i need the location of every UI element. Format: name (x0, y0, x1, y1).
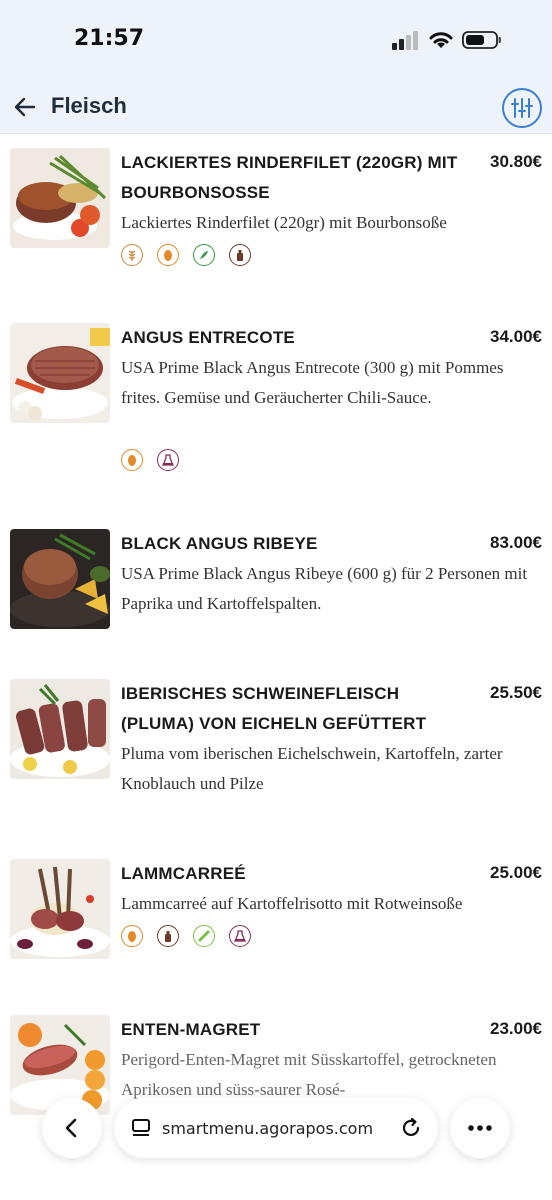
menu-item[interactable]: ANGUS ENTRECOTE 34.00€ USA Prime Black A… (0, 323, 552, 483)
more-options-button[interactable] (450, 1098, 510, 1158)
soy-icon (157, 925, 179, 947)
sulphites-icon (229, 925, 251, 947)
dish-name: ANGUS ENTRECOTE (121, 328, 295, 347)
wifi-icon (429, 32, 453, 48)
dish-description: Pluma vom iberischen Eichelschwein, Kart… (121, 744, 503, 793)
status-icons (392, 30, 502, 50)
reload-icon[interactable] (400, 1117, 422, 1139)
dish-name: LAMMCARREÉ (121, 864, 246, 883)
battery-icon (462, 31, 501, 49)
soy-icon (229, 244, 251, 266)
nav-bar: Fleisch (0, 80, 552, 134)
filter-button[interactable] (502, 88, 542, 128)
dish-price: 83.00€ (490, 533, 542, 552)
dish-name: BLACK ANGUS RIBEYE (121, 534, 318, 553)
chevron-left-icon (65, 1118, 77, 1138)
url-text: smartmenu.agorapos.com (162, 1118, 374, 1138)
menu-item[interactable]: LAMMCARREÉ 25.00€ Lammcarreé auf Kartoff… (0, 859, 552, 989)
menu-item[interactable]: LACKIERTES RINDERFILET (220GR) MIT BOURB… (0, 148, 552, 298)
sulphites-icon (157, 449, 179, 471)
dish-name: IBERISCHES SCHWEINEFLEISCH (PLUMA) VON E… (121, 684, 427, 733)
dish-photo (10, 529, 110, 629)
dish-price: 25.00€ (490, 863, 542, 882)
celery-icon (193, 244, 215, 266)
dish-name: LACKIERTES RINDERFILET (220GR) MIT BOURB… (121, 153, 458, 202)
menu-item[interactable]: BLACK ANGUS RIBEYE 83.00€ USA Prime Blac… (0, 529, 552, 649)
dish-name: ENTEN-MAGRET (121, 1020, 261, 1039)
cellular-signal-icon (392, 31, 418, 50)
dish-price: 23.00€ (490, 1019, 542, 1038)
dish-description: USA Prime Black Angus Entrecote (300 g) … (121, 358, 504, 407)
menu-item[interactable]: IBERISCHES SCHWEINEFLEISCH (PLUMA) VON E… (0, 679, 552, 819)
dish-description: Lammcarreé auf Kartoffelrisotto mit Rotw… (121, 894, 463, 913)
allergen-list (121, 449, 179, 471)
status-bar: 21:57 (0, 0, 552, 80)
browser-toolbar: smartmenu.agorapos.com (0, 1094, 552, 1200)
tabs-icon (132, 1119, 150, 1136)
status-time: 21:57 (74, 26, 145, 51)
dish-photo (10, 323, 110, 423)
more-horizontal-icon (468, 1125, 492, 1131)
browser-back-button[interactable] (42, 1098, 102, 1158)
egg-icon (157, 244, 179, 266)
address-bar[interactable]: smartmenu.agorapos.com (114, 1098, 438, 1158)
allergen-list (121, 244, 251, 266)
sliders-icon (511, 98, 533, 118)
gluten-icon (121, 244, 143, 266)
egg-icon (121, 449, 143, 471)
dish-photo (10, 859, 110, 959)
arrow-left-icon (14, 97, 36, 117)
dish-description: USA Prime Black Angus Ribeye (600 g) für… (121, 564, 528, 613)
back-button[interactable] (10, 92, 40, 122)
page-title: Fleisch (51, 93, 127, 118)
egg-icon (121, 925, 143, 947)
dish-photo (10, 148, 110, 248)
dish-price: 25.50€ (490, 683, 542, 702)
dish-price: 30.80€ (490, 152, 542, 171)
allergen-list (121, 925, 251, 947)
dish-photo (10, 679, 110, 779)
mustard-icon (193, 925, 215, 947)
dish-price: 34.00€ (490, 327, 542, 346)
dish-description: Lackiertes Rinderfilet (220gr) mit Bourb… (121, 213, 447, 232)
